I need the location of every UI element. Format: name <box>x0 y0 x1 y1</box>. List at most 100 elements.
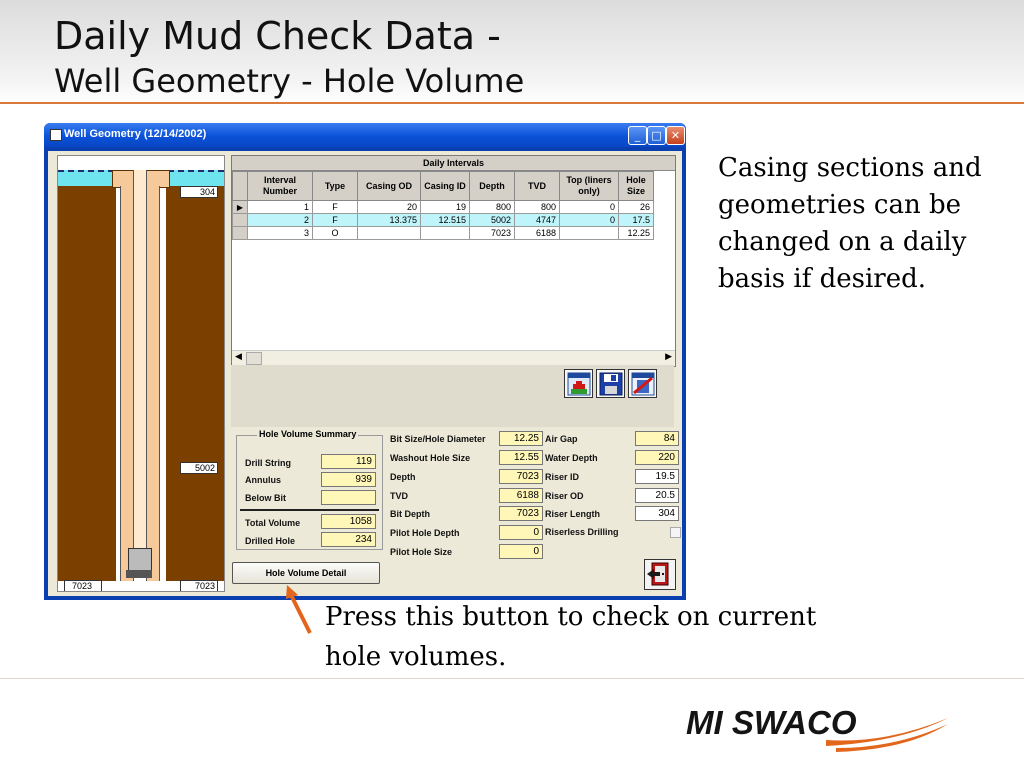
riserless-drilling-checkbox[interactable] <box>670 527 681 538</box>
header-divider <box>0 102 1024 104</box>
maximize-button[interactable]: □ <box>647 126 666 145</box>
cell-hole-size[interactable]: 12.25 <box>618 226 654 240</box>
depth-label: Depth <box>390 472 416 482</box>
window-title: Well Geometry (12/14/2002) <box>64 128 207 140</box>
pilot-hole-depth-label: Pilot Hole Depth <box>390 528 460 538</box>
cell-casing-id[interactable]: 12.515 <box>420 213 470 227</box>
exit-door-icon <box>647 562 669 586</box>
bit-size-field[interactable]: 12.25 <box>499 431 543 446</box>
column-header-casing-od[interactable]: Casing OD <box>357 171 421 201</box>
row-selector-current[interactable]: ▶ <box>232 200 248 214</box>
close-button[interactable]: ✕ <box>666 126 685 145</box>
air-gap-label: Air Gap <box>545 434 578 444</box>
minimize-button[interactable]: _ <box>628 126 647 145</box>
below-bit-value[interactable] <box>321 490 376 505</box>
drilled-hole-value[interactable]: 234 <box>321 532 376 547</box>
cell-hole-size[interactable]: 17.5 <box>618 213 654 227</box>
cell-casing-od[interactable]: 20 <box>357 200 421 214</box>
annulus-label: Annulus <box>245 475 281 485</box>
air-gap-field[interactable]: 84 <box>635 431 679 446</box>
save-icon <box>599 372 623 396</box>
riser-length-field[interactable]: 304 <box>635 506 679 521</box>
bit <box>126 570 152 578</box>
total-volume-value[interactable]: 1058 <box>321 514 376 529</box>
cell-tvd[interactable]: 800 <box>514 200 560 214</box>
bit-depth-field[interactable]: 7023 <box>499 506 543 521</box>
cell-interval[interactable]: 2 <box>247 213 313 227</box>
scroll-left-icon[interactable]: ◀ <box>235 352 242 362</box>
table-row[interactable]: ▶ 1 F 20 19 800 800 0 26 <box>232 200 654 214</box>
cell-casing-od[interactable] <box>357 226 421 240</box>
below-bit-label: Below Bit <box>245 493 287 503</box>
casing-string-right <box>146 186 160 581</box>
cell-hole-size[interactable]: 26 <box>618 200 654 214</box>
table-row[interactable]: 3 O 7023 6188 12.25 <box>232 226 654 240</box>
column-header-hole-size[interactable]: Hole Size <box>618 171 654 201</box>
riser-od-field[interactable]: 20.5 <box>635 488 679 503</box>
riser-length-label: Riser Length <box>545 509 601 519</box>
depth-marker-top: 304 <box>180 186 218 198</box>
pilot-hole-depth-field[interactable]: 0 <box>499 525 543 540</box>
cell-depth[interactable]: 7023 <box>469 226 515 240</box>
cell-type[interactable]: O <box>312 226 358 240</box>
drilled-hole-label: Drilled Hole <box>245 536 296 546</box>
cell-casing-id[interactable] <box>420 226 470 240</box>
cell-depth[interactable]: 5002 <box>469 213 515 227</box>
cell-depth[interactable]: 800 <box>469 200 515 214</box>
hole-volume-detail-button[interactable]: Hole Volume Detail <box>232 562 380 584</box>
callout-arrow-icon <box>286 585 312 634</box>
window-titlebar[interactable]: Well Geometry (12/14/2002) _ □ ✕ <box>44 123 686 147</box>
logo-text: MI SWACO <box>686 704 857 741</box>
footer-divider <box>0 678 1024 679</box>
tvd-field[interactable]: 6188 <box>499 488 543 503</box>
cell-casing-id[interactable]: 19 <box>420 200 470 214</box>
row-selector-header <box>232 171 248 201</box>
cell-type[interactable]: F <box>312 200 358 214</box>
summary-title: Hole Volume Summary <box>257 429 359 439</box>
exit-button[interactable] <box>644 559 676 590</box>
cell-top[interactable]: 0 <box>559 200 619 214</box>
scroll-thumb[interactable] <box>246 352 262 365</box>
cell-tvd[interactable]: 6188 <box>514 226 560 240</box>
intervals-table: Interval Number Type Casing OD Casing ID… <box>232 171 654 240</box>
column-header-interval-number[interactable]: Interval Number <box>247 171 313 201</box>
table-row[interactable]: 2 F 13.375 12.515 5002 4747 0 17.5 <box>232 213 654 227</box>
add-new-icon <box>567 372 591 396</box>
cell-type[interactable]: F <box>312 213 358 227</box>
window-client-area: 304 5002 7023 7023 Daily Intervals Inter… <box>48 151 682 596</box>
cell-top[interactable]: 0 <box>559 213 619 227</box>
drill-string-value[interactable]: 119 <box>321 454 376 469</box>
annulus-value[interactable]: 939 <box>321 472 376 487</box>
drill-string <box>133 170 147 556</box>
pilot-hole-size-field[interactable]: 0 <box>499 544 543 559</box>
total-volume-label: Total Volume <box>245 518 301 528</box>
column-header-top[interactable]: Top (liners only) <box>559 171 619 201</box>
row-selector[interactable] <box>232 213 248 227</box>
scroll-right-icon[interactable]: ▶ <box>665 352 672 362</box>
grid-horizontal-scrollbar[interactable]: ◀ ▶ <box>232 350 675 365</box>
cell-interval[interactable]: 1 <box>247 200 313 214</box>
bit-depth-label: Bit Depth <box>390 509 430 519</box>
note-casing-sections: Casing sections and geometries can be ch… <box>718 153 982 294</box>
washout-field[interactable]: 12.55 <box>499 450 543 465</box>
daily-intervals-grid: Daily Intervals Interval Number Type Cas… <box>231 155 676 367</box>
cell-top[interactable] <box>559 226 619 240</box>
delete-icon <box>631 372 655 396</box>
well-geometry-window: Well Geometry (12/14/2002) _ □ ✕ 304 500… <box>44 123 686 600</box>
column-header-casing-id[interactable]: Casing ID <box>420 171 470 201</box>
cell-tvd[interactable]: 4747 <box>514 213 560 227</box>
save-button[interactable] <box>596 369 625 398</box>
cell-casing-od[interactable]: 13.375 <box>357 213 421 227</box>
add-new-button[interactable] <box>564 369 593 398</box>
column-header-type[interactable]: Type <box>312 171 358 201</box>
delete-button[interactable] <box>628 369 657 398</box>
water-depth-field[interactable]: 220 <box>635 450 679 465</box>
column-header-tvd[interactable]: TVD <box>514 171 560 201</box>
slide-title: Daily Mud Check Data - <box>54 14 501 58</box>
depth-field[interactable]: 7023 <box>499 469 543 484</box>
cell-interval[interactable]: 3 <box>247 226 313 240</box>
riser-id-field[interactable]: 19.5 <box>635 469 679 484</box>
row-selector[interactable] <box>232 226 248 240</box>
column-header-depth[interactable]: Depth <box>469 171 515 201</box>
pilot-hole-size-label: Pilot Hole Size <box>390 547 453 557</box>
